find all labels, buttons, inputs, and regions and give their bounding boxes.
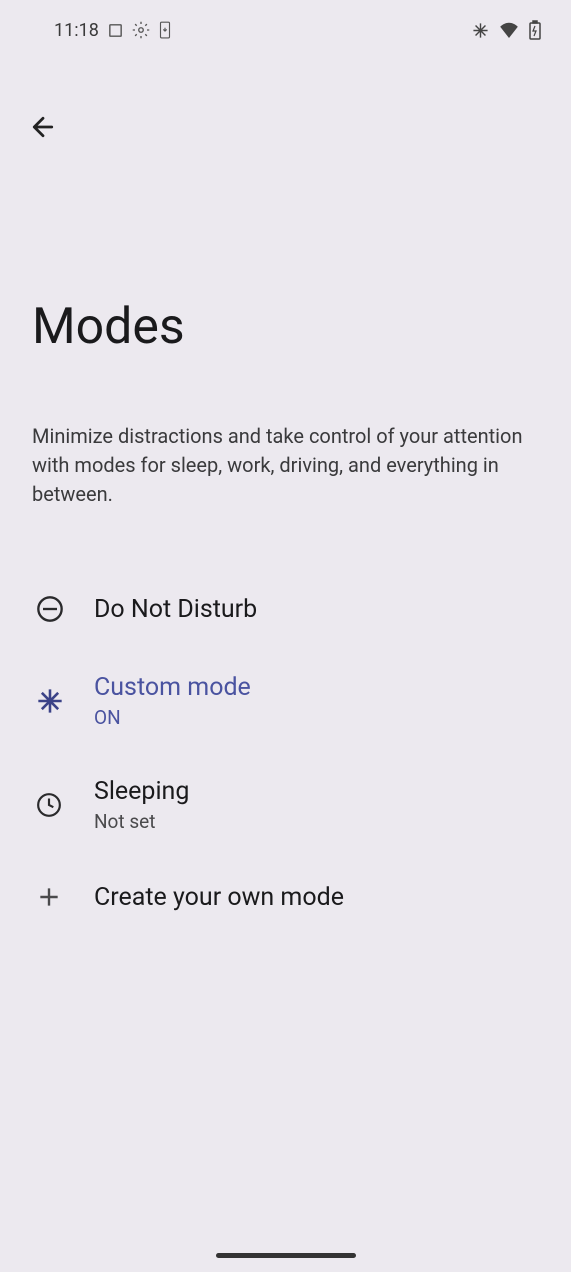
square-icon bbox=[107, 22, 124, 39]
mode-list: Do Not Disturb Custom mode ON Sleeping N… bbox=[32, 569, 539, 937]
mode-text: Custom mode ON bbox=[94, 673, 539, 729]
mode-label: Do Not Disturb bbox=[94, 595, 539, 624]
wifi-icon bbox=[499, 22, 519, 38]
page-description: Minimize distractions and take control o… bbox=[32, 422, 539, 509]
battery-icon bbox=[529, 20, 541, 40]
navigation-handle[interactable] bbox=[216, 1253, 356, 1258]
mode-text: Do Not Disturb bbox=[94, 595, 539, 624]
clock-icon bbox=[32, 792, 94, 818]
plus-icon bbox=[32, 884, 94, 910]
mode-item-create-own[interactable]: Create your own mode bbox=[32, 857, 539, 937]
snowflake-status-icon bbox=[472, 22, 489, 39]
main-content: Modes Minimize distractions and take con… bbox=[0, 298, 571, 937]
gear-icon bbox=[132, 21, 150, 39]
device-icon bbox=[158, 21, 172, 39]
status-time: 11:18 bbox=[54, 20, 99, 41]
mode-item-do-not-disturb[interactable]: Do Not Disturb bbox=[32, 569, 539, 649]
mode-status: ON bbox=[94, 706, 539, 729]
mode-status: Not set bbox=[94, 810, 539, 833]
status-bar: 11:18 bbox=[0, 0, 571, 60]
mode-label: Custom mode bbox=[94, 673, 539, 702]
snowflake-icon bbox=[32, 687, 94, 715]
arrow-left-icon bbox=[28, 112, 58, 146]
dnd-icon bbox=[32, 595, 94, 623]
mode-label: Create your own mode bbox=[94, 883, 539, 912]
mode-item-custom-mode[interactable]: Custom mode ON bbox=[32, 649, 539, 753]
mode-text: Sleeping Not set bbox=[94, 777, 539, 833]
mode-item-sleeping[interactable]: Sleeping Not set bbox=[32, 753, 539, 857]
back-button[interactable] bbox=[22, 108, 64, 150]
page-title: Modes bbox=[32, 298, 539, 356]
status-bar-left: 11:18 bbox=[54, 20, 172, 41]
mode-label: Sleeping bbox=[94, 777, 539, 806]
status-bar-right bbox=[472, 20, 541, 40]
mode-text: Create your own mode bbox=[94, 883, 539, 912]
